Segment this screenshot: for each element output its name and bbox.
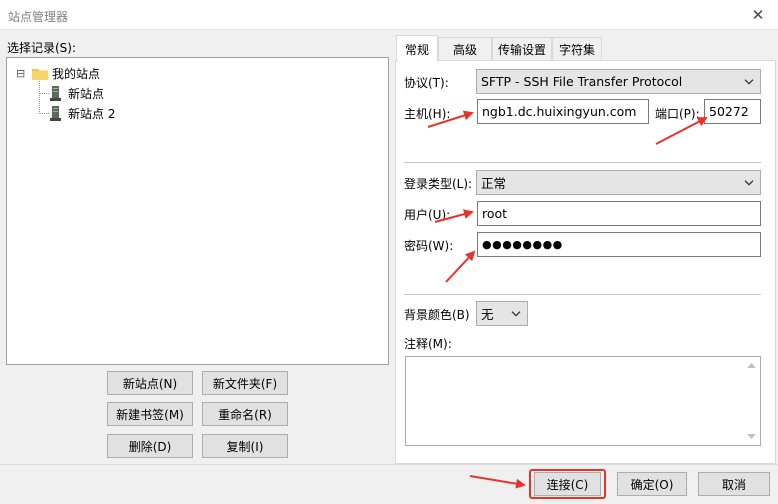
annotation-arrows: [427, 110, 708, 489]
arrow-to-user: [434, 209, 474, 223]
arrow-to-password: [445, 250, 476, 283]
arrow-to-host: [427, 110, 474, 128]
arrow-to-connect: [469, 475, 526, 489]
arrow-to-port: [655, 117, 708, 145]
tab-general[interactable]: 常规: [396, 35, 438, 62]
